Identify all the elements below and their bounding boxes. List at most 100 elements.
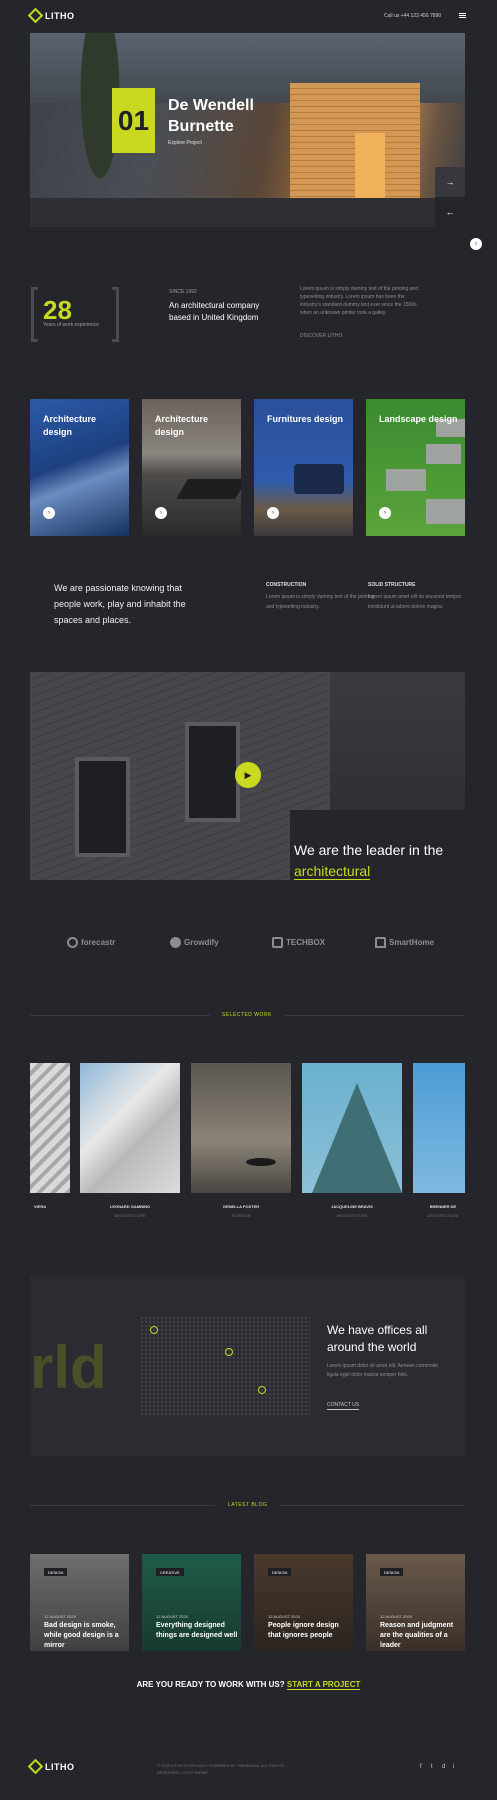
paving-stone — [386, 469, 426, 491]
work-title[interactable]: GENELLA FOSTER — [191, 1204, 291, 1209]
work-category: INTERIOR — [231, 1213, 251, 1218]
selected-work-label: SELECTED WORK — [222, 1012, 272, 1018]
work-category: ARCHITECTURE — [427, 1213, 459, 1218]
map-pin-icon[interactable] — [258, 1386, 266, 1394]
logo[interactable]: LITHO — [27, 7, 75, 24]
blog-date: 12 AUGUST 2020 — [380, 1614, 412, 1619]
hero-explore-link[interactable]: Explore Project — [168, 140, 202, 146]
blog-title[interactable]: Bad design is smoke, while good design i… — [44, 1621, 129, 1651]
discover-link[interactable]: DISCOVER LITHO — [300, 333, 342, 339]
arrow-right-icon[interactable]: › — [43, 507, 55, 519]
blog-title[interactable]: People ignore design that ignores people — [268, 1621, 353, 1641]
service-card[interactable]: Architecture design › — [30, 399, 129, 536]
client-logo-techbox[interactable]: TECHBOX — [272, 937, 325, 948]
growdify-icon — [170, 937, 181, 948]
paving-stone — [426, 444, 461, 464]
map-pin-icon[interactable] — [225, 1348, 233, 1356]
logo-icon — [27, 1758, 44, 1775]
paving-stone — [426, 499, 465, 524]
facebook-icon[interactable]: f — [420, 1764, 426, 1770]
section-divider — [30, 1015, 210, 1016]
hero-title: De Wendell Burnette — [168, 97, 254, 135]
portfolio-item[interactable] — [80, 1063, 180, 1193]
techbox-icon — [272, 937, 283, 948]
service-title: Architecture design — [43, 414, 97, 437]
blog-card[interactable]: CREATIVE 12 AUGUST 2020 Everything desig… — [142, 1554, 241, 1651]
service-title: Landscape design — [379, 414, 458, 424]
hero-prev-button[interactable]: ← — [435, 197, 465, 227]
work-category: ARCHITECTURE — [336, 1213, 368, 1218]
section-divider — [285, 1015, 465, 1016]
service-card[interactable]: Landscape design › — [366, 399, 465, 536]
blog-card[interactable]: DESIGN 12 AUGUST 2020 Bad design is smok… — [30, 1554, 129, 1651]
twitter-icon[interactable]: t — [431, 1764, 437, 1770]
service-title: Furnitures design — [267, 414, 344, 424]
latest-blog-label: LATEST BLOG — [228, 1502, 268, 1508]
work-title[interactable]: BRENNER DE — [413, 1204, 473, 1209]
about-body: Lorem ipsum is simply dummy text of the … — [300, 286, 419, 316]
building-window — [75, 757, 130, 857]
play-icon[interactable]: ▶ — [235, 762, 261, 788]
about-title: An architectural company based in United… — [169, 301, 260, 322]
glass-pyramid — [312, 1083, 402, 1193]
blog-card[interactable]: DESIGN 12 AUGUST 2020 Reason and judgmen… — [366, 1554, 465, 1651]
start-project-link[interactable]: START A PROJECT — [286, 1680, 361, 1690]
work-category: ARCHITECTURE — [114, 1213, 146, 1218]
portfolio-item[interactable] — [191, 1063, 291, 1193]
footer-logo[interactable]: LITHO — [27, 1758, 75, 1775]
building-window — [185, 722, 240, 822]
portfolio-item[interactable] — [413, 1063, 465, 1193]
construction-heading: CONSTRUCTION — [266, 582, 307, 588]
blog-title[interactable]: Everything designed things are designed … — [156, 1621, 241, 1641]
service-card[interactable]: Furnitures design › — [254, 399, 353, 536]
client-name: forecastr — [81, 938, 116, 947]
world-map — [140, 1316, 310, 1416]
header-phone[interactable]: Call us +44 123 456 7890 — [384, 13, 441, 19]
arrow-right-icon[interactable]: › — [155, 507, 167, 519]
client-logo-forecastr[interactable]: forecastr — [67, 937, 115, 948]
blog-card[interactable]: DESIGN 12 AUGUST 2020 People ignore desi… — [254, 1554, 353, 1651]
blog-category-badge[interactable]: DESIGN — [380, 1568, 404, 1576]
cta-question: ARE YOU READY TO WORK WITH US? — [136, 1680, 285, 1689]
client-logo-smarthome[interactable]: SmartHome — [375, 937, 434, 948]
client-name: SmartHome — [389, 938, 434, 947]
since-label: SINCE 1992 — [169, 289, 197, 295]
hero-next-button[interactable]: → — [435, 167, 465, 197]
work-title[interactable]: JACQUELINE BRAVIS — [302, 1204, 402, 1209]
construction-body: Lorem ipsum is simply dummy text of the … — [266, 594, 375, 610]
arrow-right-icon[interactable]: › — [267, 507, 279, 519]
service-title: Architecture design — [155, 414, 209, 437]
service-card[interactable]: Architecture design › — [142, 399, 241, 536]
blog-category-badge[interactable]: DESIGN — [268, 1568, 292, 1576]
offices-title: We have offices all around the world — [327, 1323, 428, 1354]
blog-category-badge[interactable]: CREATIVE — [156, 1568, 184, 1576]
map-pin-icon[interactable] — [150, 1326, 158, 1334]
structure-body: Lorem ipsum amet elit do eiusmod tempor … — [368, 594, 462, 610]
cta-banner: ARE YOU READY TO WORK WITH US? START A P… — [0, 1680, 497, 1690]
section-divider — [280, 1505, 465, 1506]
blog-date: 12 AUGUST 2020 — [156, 1614, 188, 1619]
portfolio-item[interactable] — [30, 1063, 70, 1193]
blog-title[interactable]: Reason and judgment are the qualities of… — [380, 1621, 465, 1651]
leader-text: We are the leader in the — [294, 842, 444, 858]
portfolio-item[interactable] — [302, 1063, 402, 1193]
contact-us-link[interactable]: CONTACT US — [327, 1402, 360, 1410]
hero-slide-number: 01 — [112, 88, 155, 153]
scroll-up-icon[interactable]: ↑ — [470, 238, 482, 250]
sofa-shape — [294, 464, 344, 494]
offices-body: Lorem ipsum dolor sit amet elit. Aenean … — [327, 1363, 439, 1378]
client-name: Growdify — [184, 938, 219, 947]
hamburger-menu-icon[interactable] — [459, 13, 466, 18]
client-logo-growdify[interactable]: Growdify — [170, 937, 219, 948]
arrow-right-icon[interactable]: › — [379, 507, 391, 519]
structure-heading: SOLID STRUCTURE — [368, 582, 416, 588]
work-category: · — [39, 1213, 41, 1218]
leader-highlight: architectural — [294, 863, 371, 880]
dribbble-icon[interactable]: d — [442, 1764, 448, 1770]
work-title[interactable]: LEONARD GAMBINO — [80, 1204, 180, 1209]
client-name: TECHBOX — [286, 938, 326, 947]
blog-category-badge[interactable]: DESIGN — [44, 1568, 68, 1576]
logo-text: LITHO — [45, 10, 75, 21]
instagram-icon[interactable]: i — [453, 1764, 459, 1770]
blog-date: 12 AUGUST 2020 — [268, 1614, 300, 1619]
